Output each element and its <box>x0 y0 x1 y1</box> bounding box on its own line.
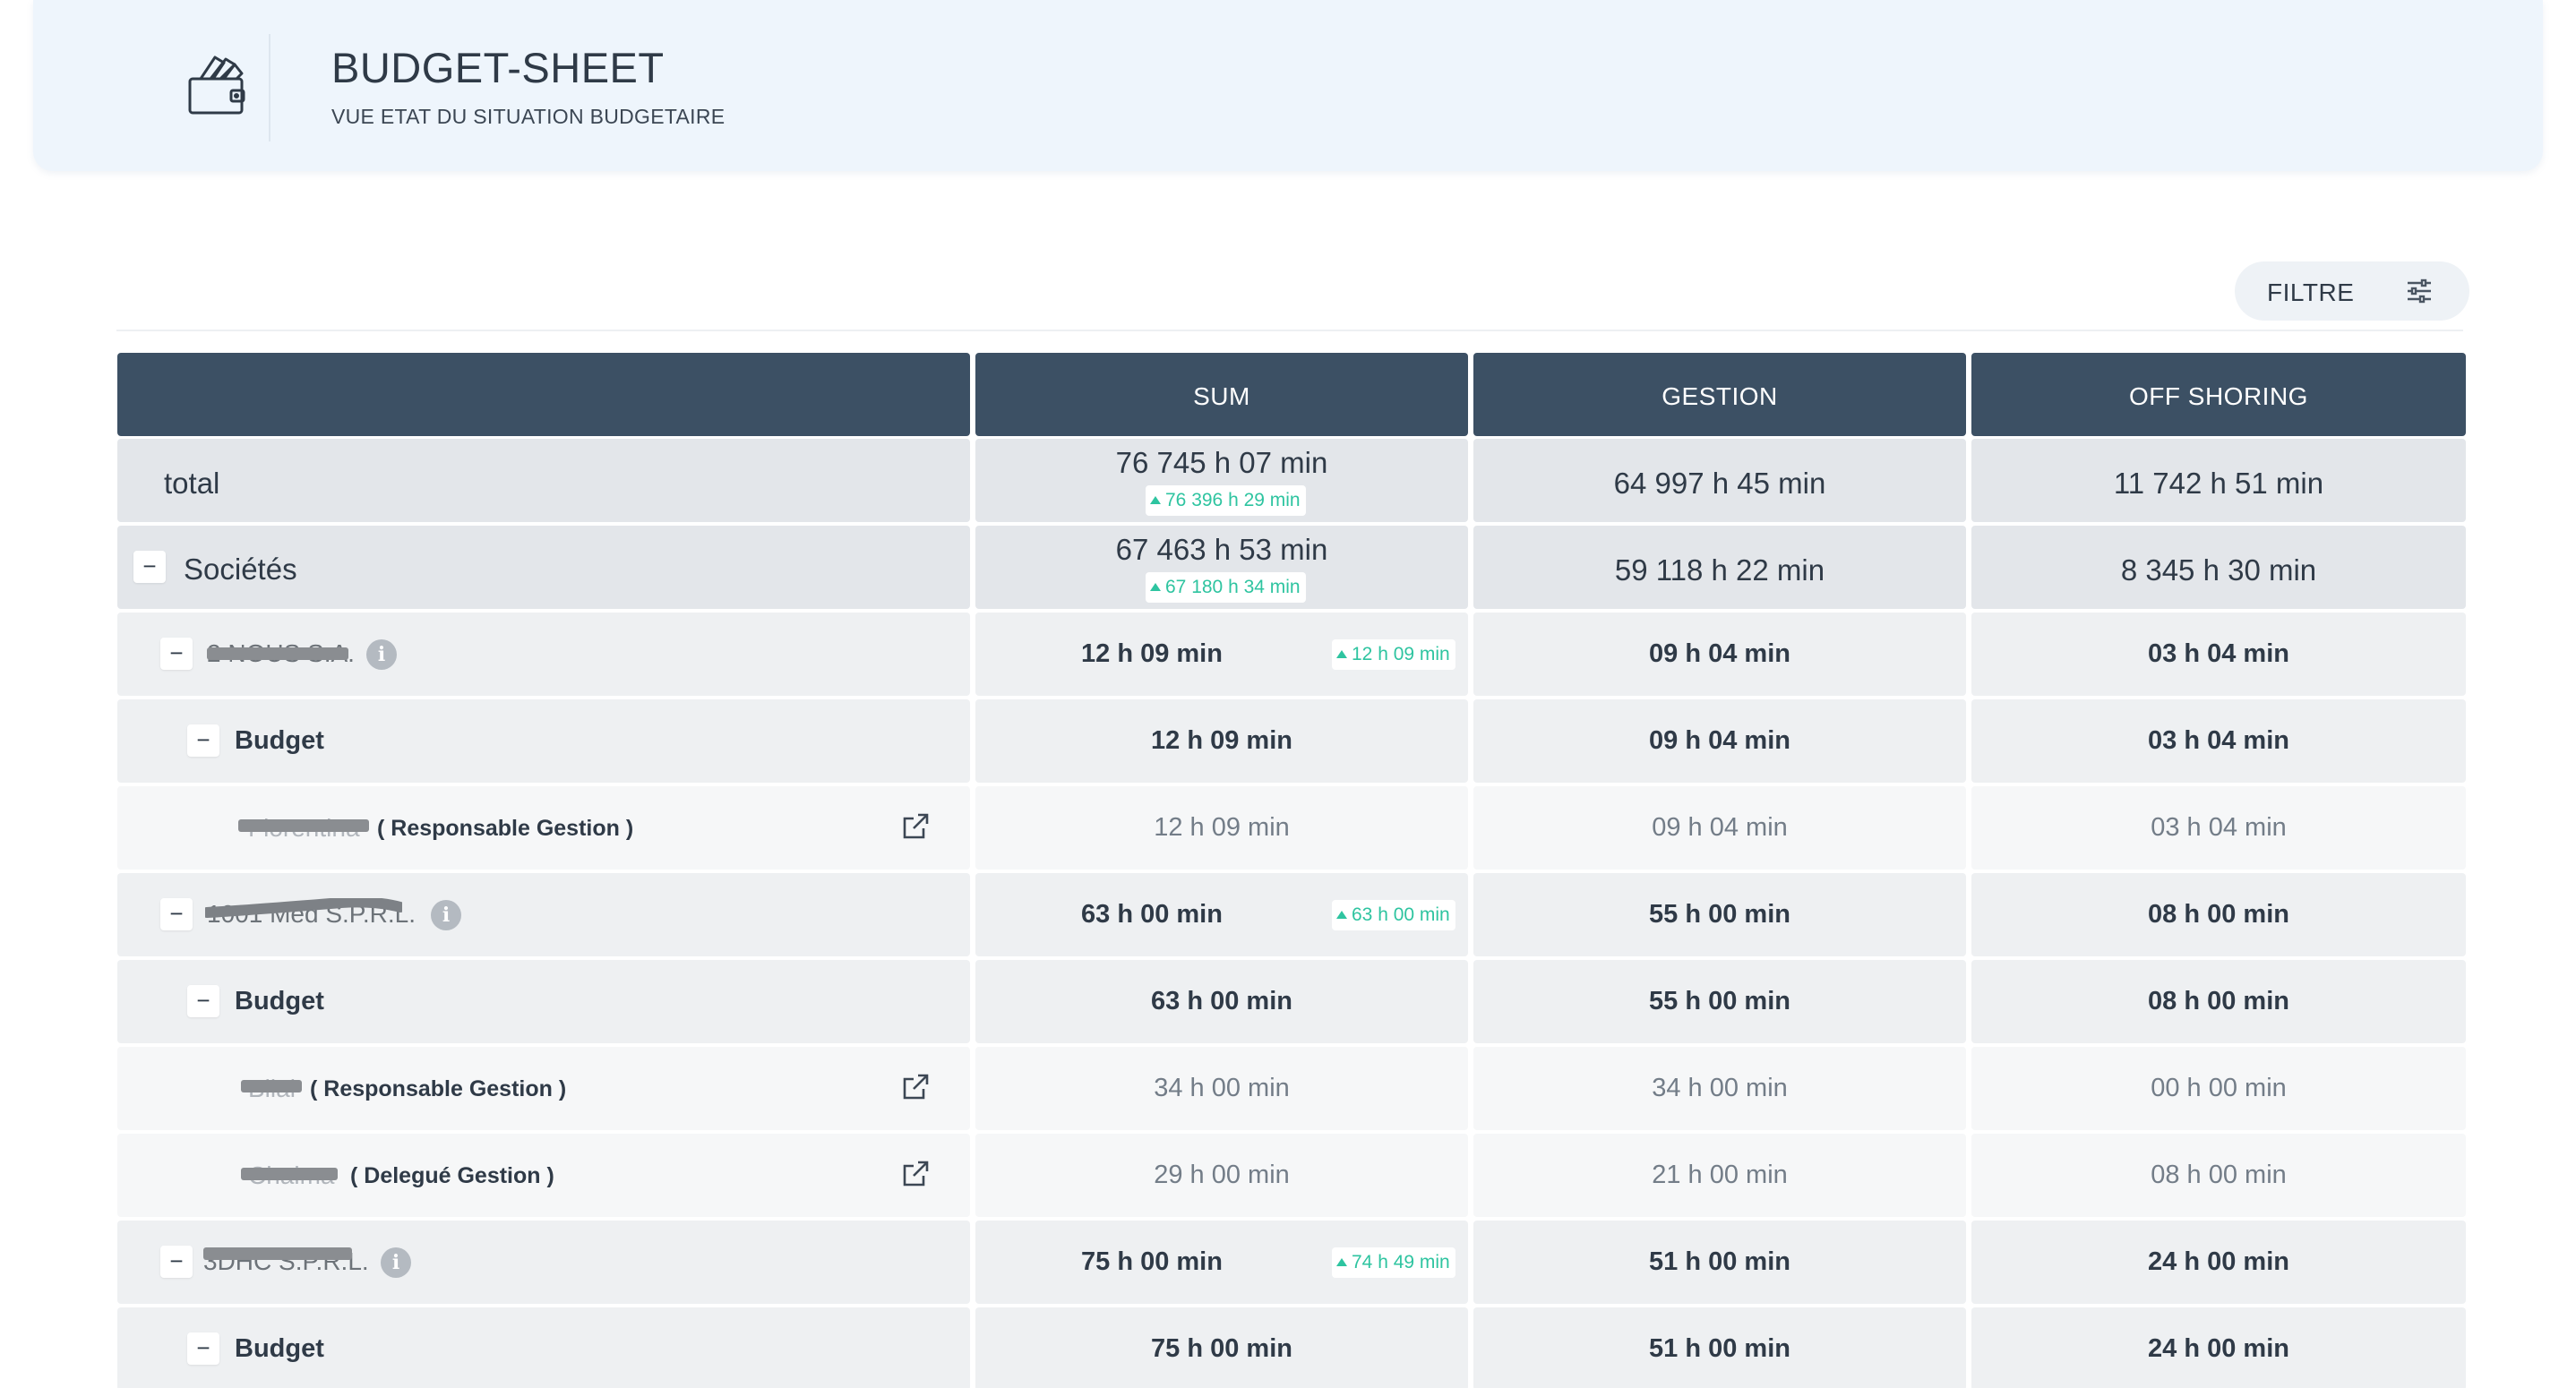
external-link-icon[interactable] <box>900 1072 931 1102</box>
gestion-value: 09 h 04 min <box>1649 639 1790 668</box>
trend-up-icon <box>1336 650 1347 658</box>
table-row-company: − 2 NOUS S.A. i 12 h 09 min 12 h 09 min … <box>117 613 2468 696</box>
sliders-icon <box>2408 278 2431 304</box>
gestion-value: 09 h 04 min <box>1649 726 1790 755</box>
redaction-mark <box>241 1168 338 1180</box>
gestion-value: 64 997 h 45 min <box>1613 467 1826 500</box>
person-role: ( Responsable Gestion ) <box>377 816 634 841</box>
trend-badge: 74 h 49 min <box>1332 1247 1455 1278</box>
external-link-icon[interactable] <box>900 1159 931 1189</box>
gestion-value: 59 118 h 22 min <box>1614 553 1825 587</box>
trend-up-icon <box>1336 911 1347 919</box>
redaction-mark <box>203 1247 352 1260</box>
redaction-mark <box>207 647 348 660</box>
collapse-toggle[interactable]: − <box>187 1332 219 1365</box>
trend-badge: 63 h 00 min <box>1332 900 1455 930</box>
column-header-sum[interactable]: SUM <box>975 353 1468 436</box>
table-row-budget: − Budget 75 h 00 min 51 h 00 min 24 h 00… <box>117 1307 2468 1388</box>
collapse-toggle[interactable]: − <box>160 1246 193 1278</box>
table-row-person: Chaima ( Delegué Gestion ) 29 h 00 min 2… <box>117 1134 2468 1217</box>
gestion-value: 51 h 00 min <box>1649 1247 1790 1276</box>
redaction-mark <box>241 1080 302 1092</box>
collapse-toggle[interactable]: − <box>187 985 219 1017</box>
collapse-toggle[interactable]: − <box>187 724 219 757</box>
offshoring-value: 03 h 04 min <box>2151 813 2287 842</box>
sum-value: 34 h 00 min <box>1154 1074 1290 1102</box>
info-icon[interactable]: i <box>431 900 461 930</box>
person-role: ( Responsable Gestion ) <box>310 1076 567 1101</box>
offshoring-value: 03 h 04 min <box>2148 639 2289 668</box>
divider <box>116 330 2463 331</box>
sum-value: 63 h 00 min <box>1081 900 1223 929</box>
row-label: Budget <box>235 726 324 755</box>
sum-value: 12 h 09 min <box>1151 726 1292 755</box>
offshoring-value: 11 742 h 51 min <box>2113 467 2324 500</box>
gestion-value: 55 h 00 min <box>1649 987 1790 1015</box>
collapse-toggle[interactable]: − <box>160 898 193 930</box>
gestion-value: 55 h 00 min <box>1649 900 1790 929</box>
budget-sheet-page: BUDGET-SHEET VUE ETAT DU SITUATION BUDGE… <box>0 0 2576 1388</box>
redaction-mark <box>205 898 402 918</box>
trend-badge: 12 h 09 min <box>1332 639 1455 670</box>
table-row-company: − 3DHC S.P.R.L. i 75 h 00 min 74 h 49 mi… <box>117 1221 2468 1304</box>
sum-value: 12 h 09 min <box>1154 813 1290 842</box>
table-row-person: Bilal ( Responsable Gestion ) 34 h 00 mi… <box>117 1047 2468 1130</box>
wallet-cards-icon <box>188 56 245 115</box>
info-icon[interactable]: i <box>381 1247 411 1278</box>
gestion-value: 51 h 00 min <box>1649 1334 1790 1363</box>
sum-value: 76 745 h 07 min <box>1115 446 1328 479</box>
external-link-icon[interactable] <box>900 811 931 842</box>
gestion-value: 21 h 00 min <box>1652 1161 1788 1189</box>
person-role: ( Delegué Gestion ) <box>350 1163 554 1188</box>
filter-button[interactable]: FILTRE <box>2235 261 2469 321</box>
column-header-offshoring[interactable]: OFF SHORING <box>1971 353 2466 436</box>
offshoring-value: 08 h 00 min <box>2151 1161 2287 1189</box>
sum-value: 75 h 00 min <box>1081 1247 1223 1276</box>
table-row-budget: − Budget 12 h 09 min 09 h 04 min 03 h 04… <box>117 699 2468 783</box>
offshoring-value: 08 h 00 min <box>2148 987 2289 1015</box>
gestion-value: 34 h 00 min <box>1652 1074 1788 1102</box>
trend-up-icon <box>1150 496 1161 504</box>
table-row-person: Florentina ( Responsable Gestion ) 12 h … <box>117 786 2468 870</box>
offshoring-value: 24 h 00 min <box>2148 1247 2289 1276</box>
info-icon[interactable]: i <box>366 639 397 670</box>
offshoring-value: 08 h 00 min <box>2148 900 2289 929</box>
table-row-budget: − Budget 63 h 00 min 55 h 00 min 08 h 00… <box>117 960 2468 1043</box>
row-label: total <box>164 467 220 500</box>
sum-value: 12 h 09 min <box>1081 639 1223 668</box>
trend-up-icon <box>1150 583 1161 591</box>
page-header: BUDGET-SHEET VUE ETAT DU SITUATION BUDGE… <box>33 0 2543 171</box>
column-header-gestion[interactable]: GESTION <box>1473 353 1966 436</box>
row-label: Sociétés <box>184 553 297 586</box>
sum-value: 75 h 00 min <box>1151 1334 1292 1363</box>
page-title: BUDGET-SHEET <box>331 44 665 91</box>
filter-label: FILTRE <box>2267 278 2355 306</box>
row-label: Budget <box>235 1334 324 1363</box>
collapse-toggle[interactable]: − <box>133 551 166 583</box>
redaction-mark <box>238 819 369 832</box>
header-divider <box>269 34 270 141</box>
table-row-company: − 1001 Med S.P.R.L. i 63 h 00 min 63 h 0… <box>117 873 2468 956</box>
trend-badge: 67 180 h 34 min <box>1146 572 1306 603</box>
table-row-societes: − Sociétés 67 463 h 53 min 67 180 h 34 m… <box>117 526 2468 609</box>
sum-value: 29 h 00 min <box>1154 1161 1290 1189</box>
offshoring-value: 03 h 04 min <box>2148 726 2289 755</box>
offshoring-value: 00 h 00 min <box>2151 1074 2287 1102</box>
page-subtitle: VUE ETAT DU SITUATION BUDGETAIRE <box>331 105 726 128</box>
column-header-label <box>117 353 970 436</box>
gestion-value: 09 h 04 min <box>1652 813 1788 842</box>
row-label: Budget <box>235 987 324 1015</box>
sum-value: 67 463 h 53 min <box>1115 533 1328 566</box>
table-row-total: total 76 745 h 07 min 76 396 h 29 min 64… <box>117 439 2468 522</box>
table-header: SUM GESTION OFF SHORING <box>117 353 2468 436</box>
collapse-toggle[interactable]: − <box>160 638 193 670</box>
sum-value: 63 h 00 min <box>1151 987 1292 1015</box>
trend-up-icon <box>1336 1258 1347 1266</box>
offshoring-value: 8 345 h 30 min <box>2120 553 2317 587</box>
trend-badge: 76 396 h 29 min <box>1146 485 1306 516</box>
offshoring-value: 24 h 00 min <box>2148 1334 2289 1363</box>
